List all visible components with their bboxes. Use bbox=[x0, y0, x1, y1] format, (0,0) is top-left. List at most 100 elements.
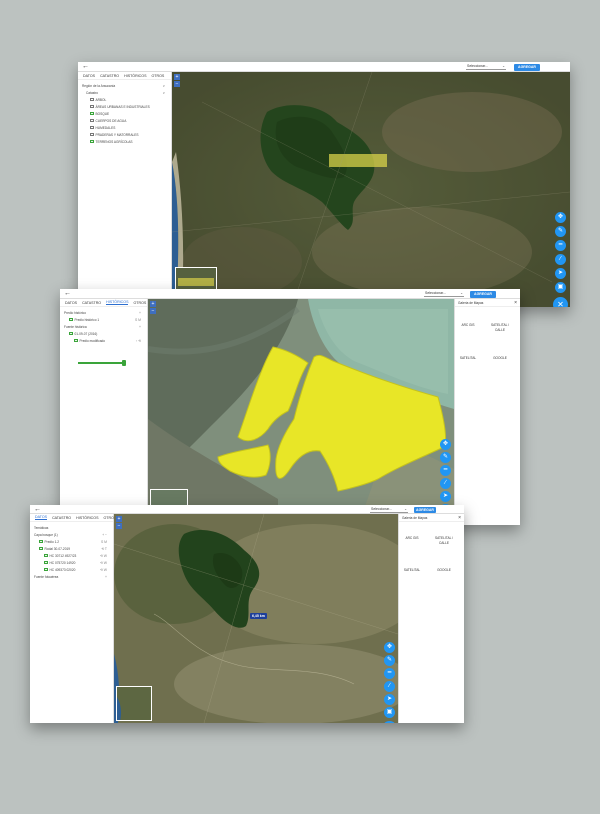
minus-button[interactable]: ━ bbox=[555, 240, 566, 251]
layer-item[interactable]: HUMEDALES bbox=[82, 124, 167, 131]
row-checkbox[interactable] bbox=[69, 317, 73, 322]
send-button[interactable]: ➤ bbox=[555, 268, 566, 279]
close-icon[interactable]: × bbox=[514, 299, 517, 307]
layer-item[interactable]: ÁREAS URBANAS E INDUSTRIALES bbox=[82, 103, 167, 110]
layer-item[interactable]: CUERPOS DE AGUA bbox=[82, 117, 167, 124]
row-checkbox[interactable] bbox=[74, 338, 78, 343]
layer-checkbox[interactable] bbox=[90, 118, 94, 123]
draw-button[interactable]: ✎ bbox=[440, 452, 451, 463]
row-checkbox[interactable] bbox=[39, 546, 43, 551]
move-button[interactable]: ✥ bbox=[555, 212, 566, 223]
add-button[interactable]: AGREGAR bbox=[470, 291, 496, 298]
tree-row[interactable]: Predio histórico 1 S M bbox=[64, 316, 143, 323]
row-actions[interactable]: + bbox=[139, 325, 141, 329]
zoom-in-button[interactable]: + bbox=[150, 301, 156, 307]
tree-row[interactable]: Temáticas bbox=[34, 524, 109, 531]
layer-select[interactable]: Seleccionar... ⌄ bbox=[466, 64, 506, 70]
tab-datos[interactable]: DATOS bbox=[83, 74, 95, 78]
tree-row[interactable]: Capa bosque (1) + − bbox=[34, 531, 109, 538]
row-actions[interactable]: + bbox=[139, 311, 141, 315]
layer-checkbox[interactable] bbox=[90, 104, 94, 109]
move-button[interactable]: ✥ bbox=[440, 439, 451, 450]
expand-icon[interactable]: ∨ bbox=[163, 84, 165, 88]
back-arrow-icon[interactable]: ← bbox=[64, 290, 71, 297]
row-actions[interactable]: ⟲ W bbox=[100, 561, 107, 565]
row-actions[interactable]: + − bbox=[102, 533, 107, 537]
layer-select[interactable]: Seleccionar... ⌄ bbox=[370, 507, 408, 513]
expand-icon[interactable]: ∨ bbox=[163, 91, 165, 95]
layer-item[interactable]: PRADERAS Y MATORRALES bbox=[82, 131, 167, 138]
tab-historicos[interactable]: HISTÓRICOS bbox=[124, 74, 146, 78]
tree-row[interactable]: Rodal 30-07-2019 ⟲ T bbox=[34, 545, 109, 552]
basemap-arcgis[interactable]: ARC GIS bbox=[401, 536, 423, 541]
row-actions[interactable]: ⟲ W bbox=[100, 568, 107, 572]
add-button[interactable]: AGREGAR bbox=[414, 507, 436, 513]
send-button[interactable]: ➤ bbox=[384, 694, 395, 705]
minimap[interactable] bbox=[116, 686, 152, 721]
tab-otros[interactable]: OTROS bbox=[133, 301, 146, 305]
tree-row[interactable]: Predio histórico + bbox=[64, 309, 143, 316]
send-button[interactable]: ➤ bbox=[440, 491, 451, 502]
pencil-button[interactable]: ∕ bbox=[384, 681, 395, 692]
tree-row[interactable]: HC 409373 02020 ⟲ W bbox=[34, 566, 109, 573]
row-actions[interactable]: S M bbox=[101, 540, 107, 544]
draw-button[interactable]: ✎ bbox=[555, 226, 566, 237]
zoom-in-button[interactable]: + bbox=[116, 516, 122, 522]
print-button[interactable]: ▣ bbox=[384, 707, 395, 718]
tab-historicos[interactable]: HISTÓRICOS bbox=[106, 300, 129, 305]
minus-button[interactable]: ━ bbox=[440, 465, 451, 476]
add-button[interactable]: AGREGAR bbox=[514, 64, 540, 71]
layer-select[interactable]: Seleccionar... ⌄ bbox=[424, 291, 464, 297]
row-checkbox[interactable] bbox=[39, 539, 43, 544]
basemap-satellite[interactable]: SATELITAL bbox=[401, 568, 423, 573]
layer-checkbox[interactable] bbox=[90, 132, 94, 137]
region-row[interactable]: Región de la Araucanía ∨ bbox=[82, 82, 167, 89]
back-arrow-icon[interactable]: ← bbox=[34, 506, 41, 513]
minus-button[interactable]: ━ bbox=[384, 668, 395, 679]
tree-row[interactable]: Fuente fotoaérea + bbox=[34, 573, 109, 580]
row-checkbox[interactable] bbox=[44, 553, 48, 558]
draw-button[interactable]: ✎ bbox=[384, 655, 395, 666]
row-actions[interactable]: + bbox=[105, 575, 107, 579]
tree-row[interactable]: Predio 1.2 S M bbox=[34, 538, 109, 545]
basemap-satellite[interactable]: SATELITAL bbox=[457, 356, 479, 361]
map-view[interactable]: 6,45 km + − ✥✎━∕➤▣✕ bbox=[114, 514, 398, 723]
print-button[interactable]: ▣ bbox=[555, 282, 566, 293]
layer-checkbox[interactable] bbox=[90, 139, 94, 144]
zoom-out-button[interactable]: − bbox=[150, 308, 156, 314]
basemap-google[interactable]: GOOGLE bbox=[433, 568, 455, 573]
layer-item[interactable]: TERRENOS AGRÍCOLAS bbox=[82, 138, 167, 145]
tab-datos[interactable]: DATOS bbox=[65, 301, 77, 305]
basemap-google[interactable]: GOOGLE bbox=[489, 356, 511, 361]
basemap-satellite-street[interactable]: SATELITAL / CALLE bbox=[489, 323, 511, 333]
pencil-button[interactable]: ∕ bbox=[440, 478, 451, 489]
back-arrow-icon[interactable]: ← bbox=[82, 63, 89, 70]
row-actions[interactable]: ↑ ⟲ bbox=[136, 339, 141, 343]
layer-item[interactable]: BOSQUE bbox=[82, 110, 167, 117]
slider-handle[interactable] bbox=[122, 360, 126, 366]
tree-row[interactable]: Fuente histórica + bbox=[64, 323, 143, 330]
basemap-satellite-street[interactable]: SATELITAL / CALLE bbox=[433, 536, 455, 546]
layer-item[interactable]: ARBOL bbox=[82, 96, 167, 103]
tree-row[interactable]: Predio modificado ↑ ⟲ bbox=[64, 337, 143, 344]
row-actions[interactable]: ⟲ W bbox=[100, 554, 107, 558]
close-button[interactable]: ✕ bbox=[553, 297, 568, 307]
tab-historicos[interactable]: HISTÓRICOS bbox=[76, 516, 98, 520]
move-button[interactable]: ✥ bbox=[384, 642, 395, 653]
row-actions[interactable]: S M bbox=[135, 318, 141, 322]
row-actions[interactable]: ⟲ T bbox=[101, 547, 107, 551]
row-checkbox[interactable] bbox=[44, 567, 48, 572]
tree-row[interactable]: HC 075720 14920 ⟲ W bbox=[34, 559, 109, 566]
map-view[interactable]: + − ✥✎━∕➤▣✕ bbox=[172, 72, 570, 307]
row-checkbox[interactable] bbox=[69, 331, 73, 336]
tab-otros[interactable]: OTROS bbox=[151, 74, 164, 78]
map-view[interactable]: + − ✥✎━∕➤▣✕ bbox=[148, 299, 454, 525]
layer-checkbox[interactable] bbox=[90, 111, 94, 116]
row-checkbox[interactable] bbox=[44, 560, 48, 565]
tree-row[interactable]: HC 30712 4927/23 ⟲ W bbox=[34, 552, 109, 559]
tab-catastro[interactable]: CATASTRO bbox=[82, 301, 101, 305]
opacity-slider[interactable] bbox=[78, 360, 126, 366]
tab-catastro[interactable]: CATASTRO bbox=[100, 74, 119, 78]
layer-checkbox[interactable] bbox=[90, 97, 94, 102]
zoom-in-button[interactable]: + bbox=[174, 74, 180, 80]
